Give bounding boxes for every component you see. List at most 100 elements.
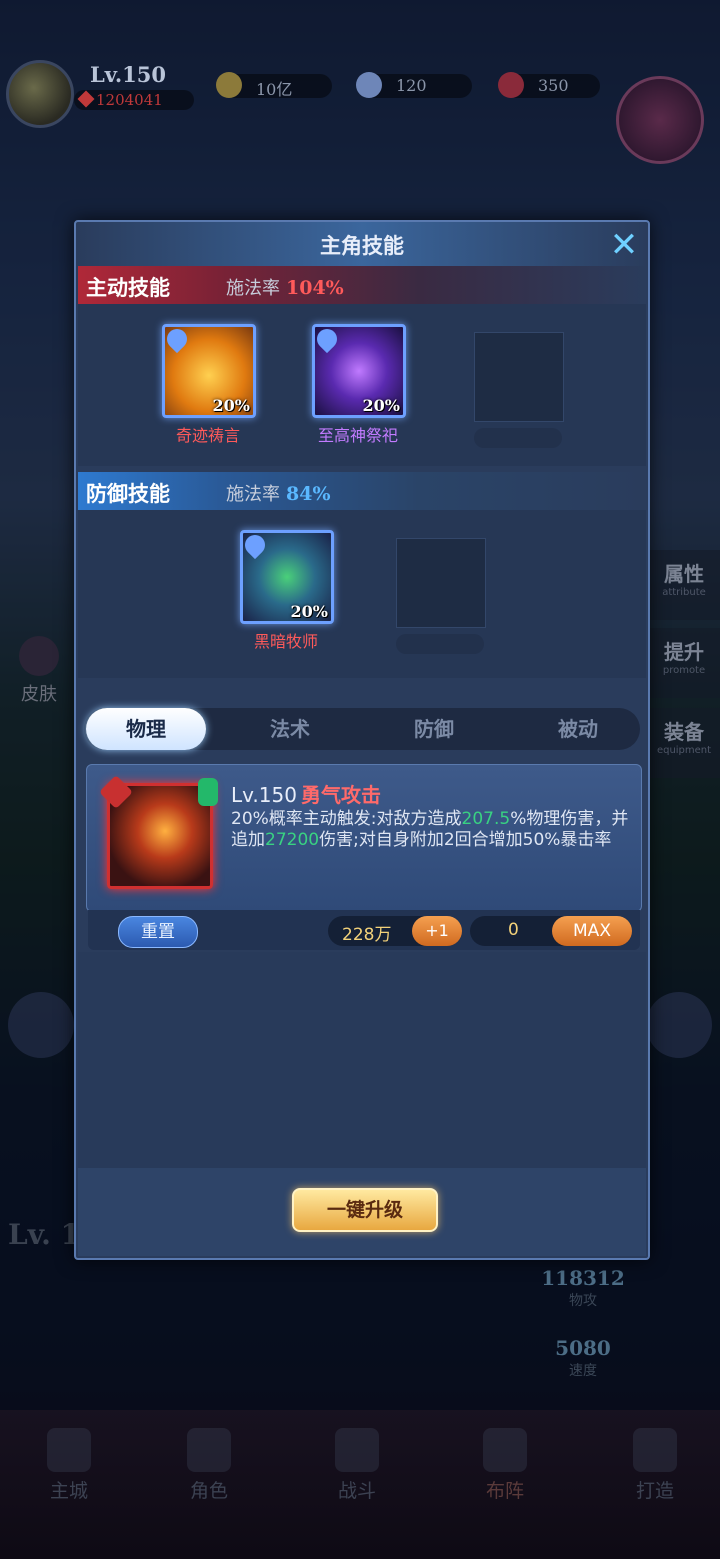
red-crystal-icon [498, 72, 524, 98]
nav-label: 布阵 [485, 1480, 524, 1502]
skill-slot-miracle-prayer[interactable]: 20% 奇迹祷言 [162, 324, 256, 446]
desc-value: 207.5 [461, 809, 511, 829]
top-hud: Lv.150 1204041 10亿 120 350 [0, 52, 720, 164]
one-click-upgrade-button[interactable]: 一键升级 [292, 1188, 438, 1232]
skill-pct: 20% [290, 602, 328, 621]
hero-skill-modal: 主角技能 ✕ 主动技能 施法率 104% 20% 奇迹祷言 20% 至高神祭祀 防… [74, 220, 650, 1260]
player-avatar[interactable] [6, 60, 74, 128]
gold-resource[interactable]: 10亿 [216, 72, 332, 99]
skill-card-name: 勇气攻击 [300, 783, 381, 807]
active-skill-header: 主动技能 施法率 104% [78, 266, 646, 304]
close-icon[interactable]: ✕ [606, 228, 642, 264]
skill-name: 至高神祭祀 [317, 426, 398, 445]
stat-attack: 118312 物攻 [518, 1266, 648, 1310]
sword-icon [77, 90, 95, 108]
tab-physical[interactable]: 物理 [86, 708, 206, 750]
skill-name: 奇迹祷言 [175, 426, 240, 445]
empty-skill-slot[interactable] [396, 538, 486, 628]
skill-pct: 20% [212, 396, 250, 415]
defense-cast-rate: 施法率 84% [226, 480, 331, 506]
attribute-button[interactable]: 属性 attribute [648, 550, 720, 620]
anvil-icon [633, 1428, 677, 1472]
active-skill-label: 主动技能 [86, 275, 170, 300]
stat-speed-label: 速度 [569, 1363, 597, 1379]
sword-badge-icon [99, 775, 133, 809]
power-value: 1204041 [96, 91, 163, 109]
skill-pct: 20% [362, 396, 400, 415]
skill-slot-supreme-sacrifice[interactable]: 20% 至高神祭祀 [312, 324, 406, 446]
cast-rate-value: 104% [286, 277, 344, 299]
max-cost: 0 MAX [470, 916, 632, 946]
cast-rate-value: 84% [286, 483, 331, 505]
promote-label: 提升 [664, 640, 704, 664]
desc-part: 伤害;对自身附加2回合增加50%暴击率 [319, 830, 612, 850]
sword-badge-icon [315, 327, 342, 354]
skill-name: 黑暗牧师 [253, 632, 318, 651]
skill-card-footer: 重置 228万 +1 0 MAX [88, 910, 640, 950]
empty-skill-slot[interactable] [474, 332, 564, 422]
desc-part: 20%概率主动触发:对敌方造成 [231, 809, 462, 829]
equipment-sub: equipment [656, 745, 712, 756]
cost-value: 228万 [342, 925, 392, 945]
power-display: 1204041 [74, 90, 194, 110]
castle-icon [47, 1428, 91, 1472]
cast-rate-label: 施法率 [226, 484, 280, 505]
crossed-swords-icon [335, 1428, 379, 1472]
sword-badge-icon [165, 327, 192, 354]
crystal-resource[interactable]: 350 [498, 72, 600, 98]
bottom-nav: 主城 角色 战斗 布阵 打造 [0, 1410, 720, 1559]
stat-speed-value: 5080 [555, 1336, 611, 1360]
plus-one-button[interactable]: +1 [412, 916, 462, 946]
tab-defense[interactable]: 防御 [374, 708, 494, 750]
formation-icon [483, 1428, 527, 1472]
nav-character[interactable]: 角色 [164, 1428, 254, 1503]
diamond-resource[interactable]: 120 [356, 72, 472, 98]
nav-label: 打造 [635, 1480, 674, 1502]
defense-skill-area: 20% 黑暗牧师 [78, 510, 646, 678]
skill-category-tabs: 物理 法术 防御 被动 [84, 708, 640, 750]
promote-button[interactable]: 提升 promote [648, 628, 720, 698]
quest-scroll-icon[interactable] [616, 76, 704, 164]
defense-skill-header: 防御技能 施法率 84% [78, 472, 646, 510]
stat-attack-value: 118312 [541, 1266, 625, 1290]
attribute-sub: attribute [662, 587, 706, 598]
courage-attack-icon[interactable] [99, 775, 218, 889]
modal-title: 主角技能 [320, 233, 404, 258]
equipment-button[interactable]: 装备 equipment [648, 708, 720, 778]
modal-footer: 一键升级 [78, 1168, 646, 1256]
nav-formation[interactable]: 布阵 [460, 1428, 550, 1503]
nav-label: 主城 [49, 1480, 88, 1502]
miracle-prayer-icon: 20% [162, 324, 256, 418]
nav-label: 战斗 [337, 1480, 376, 1502]
nav-forge[interactable]: 打造 [610, 1428, 700, 1503]
desc-value: 27200 [265, 830, 320, 850]
tab-magic[interactable]: 法术 [230, 708, 350, 750]
promote-sub: promote [662, 665, 706, 676]
skill-slot-dark-priest[interactable]: 20% 黑暗牧师 [240, 530, 334, 652]
active-cast-rate: 施法率 104% [226, 274, 344, 300]
nav-label: 角色 [189, 1480, 228, 1502]
prev-arrow-icon[interactable] [8, 992, 74, 1058]
next-arrow-icon[interactable] [646, 992, 712, 1058]
tab-passive[interactable]: 被动 [518, 708, 638, 750]
nav-main-city[interactable]: 主城 [24, 1428, 114, 1503]
supreme-sacrifice-icon: 20% [312, 324, 406, 418]
stat-speed: 5080 速度 [518, 1336, 648, 1380]
skin-button[interactable]: 皮肤 [14, 636, 64, 706]
equipment-label: 装备 [664, 720, 704, 744]
empty-skill-label [396, 634, 484, 654]
reset-button[interactable]: 重置 [118, 916, 198, 948]
skill-card: Lv.150 勇气攻击 20%概率主动触发:对敌方造成207.5%物理伤害，并追加… [86, 764, 642, 912]
cast-rate-label: 施法率 [226, 278, 280, 299]
player-level: Lv.150 [90, 62, 167, 87]
max-button[interactable]: MAX [552, 916, 632, 946]
gold-value: 10亿 [256, 80, 293, 99]
helmet-icon [187, 1428, 231, 1472]
skin-label: 皮肤 [21, 684, 57, 705]
skill-title: Lv.150 勇气攻击 [231, 779, 381, 808]
lock-open-icon [198, 778, 218, 806]
nav-battle[interactable]: 战斗 [312, 1428, 402, 1503]
crystal-value: 350 [538, 76, 569, 95]
shield-badge-icon [243, 533, 270, 560]
upgrade-cost: 228万 +1 [328, 916, 462, 946]
